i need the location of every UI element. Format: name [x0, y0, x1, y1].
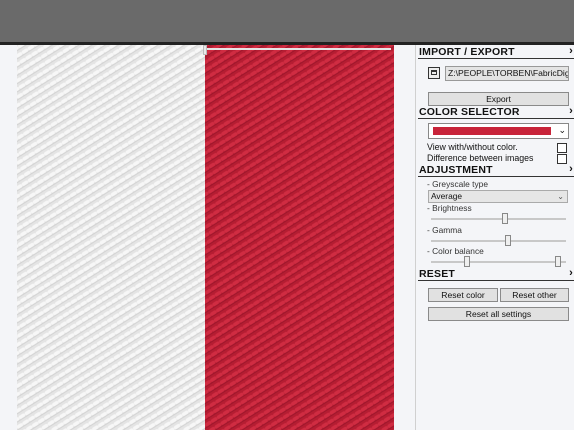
import-export-title: IMPORT / EXPORT: [419, 46, 515, 58]
fabric-colored-half: [205, 45, 394, 430]
reset-color-button[interactable]: Reset color: [428, 288, 498, 302]
export-button[interactable]: Export: [428, 92, 569, 106]
color-balance-slider-track[interactable]: [431, 261, 566, 263]
fabric-image: [17, 45, 394, 430]
chevron-down-icon: ⌄: [558, 125, 566, 135]
gamma-slider-thumb[interactable]: [504, 235, 511, 246]
gamma-label: - Gamma: [427, 225, 462, 235]
color-selector-header[interactable]: COLOR SELECTOR ›: [418, 105, 574, 119]
fabric-original-half: [17, 45, 205, 430]
color-balance-high-thumb[interactable]: [554, 256, 561, 267]
file-path-field[interactable]: Z:\PEOPLE\TORBEN\FabricDigi: [445, 66, 569, 81]
brightness-slider-track[interactable]: [431, 218, 566, 220]
brightness-slider-thumb[interactable]: [502, 213, 509, 224]
split-indicator-line: [207, 48, 391, 50]
reset-all-button[interactable]: Reset all settings: [428, 307, 569, 321]
difference-label: Difference between images: [427, 153, 534, 163]
color-balance-label: - Color balance: [427, 246, 484, 256]
split-handle[interactable]: [203, 45, 207, 55]
gamma-slider-track[interactable]: [431, 240, 566, 242]
color-balance-low-thumb[interactable]: [464, 256, 471, 267]
greyscale-type-label: - Greyscale type: [427, 179, 488, 189]
adjustment-header[interactable]: ADJUSTMENT ›: [418, 163, 574, 177]
view-with-without-label: View with/without color.: [427, 142, 518, 152]
chevron-right-icon: ›: [569, 45, 573, 57]
top-bar: [0, 0, 574, 42]
reset-other-button[interactable]: Reset other: [500, 288, 569, 302]
chevron-right-icon: ›: [569, 105, 573, 117]
color-dropdown[interactable]: ⌄: [428, 123, 569, 139]
open-folder-button[interactable]: [428, 67, 440, 79]
folder-icon: [431, 70, 437, 75]
brightness-label: - Brightness: [427, 203, 472, 213]
chevron-right-icon: ›: [569, 267, 573, 279]
reset-title: RESET: [419, 268, 456, 280]
import-export-header[interactable]: IMPORT / EXPORT ›: [418, 45, 574, 59]
greyscale-type-select[interactable]: Average ⌄: [428, 190, 568, 203]
reset-header[interactable]: RESET ›: [418, 267, 574, 281]
chevron-down-icon: ⌄: [557, 192, 564, 201]
settings-panel: IMPORT / EXPORT › Z:\PEOPLE\TORBEN\Fabri…: [415, 45, 574, 430]
greyscale-type-value: Average: [431, 191, 463, 201]
difference-checkbox[interactable]: [557, 154, 567, 164]
color-swatch: [433, 127, 551, 135]
fabric-image-viewer[interactable]: [17, 45, 394, 430]
color-selector-title: COLOR SELECTOR: [419, 106, 520, 118]
chevron-right-icon: ›: [569, 163, 573, 175]
view-with-without-checkbox[interactable]: [557, 143, 567, 153]
adjustment-title: ADJUSTMENT: [419, 164, 493, 176]
